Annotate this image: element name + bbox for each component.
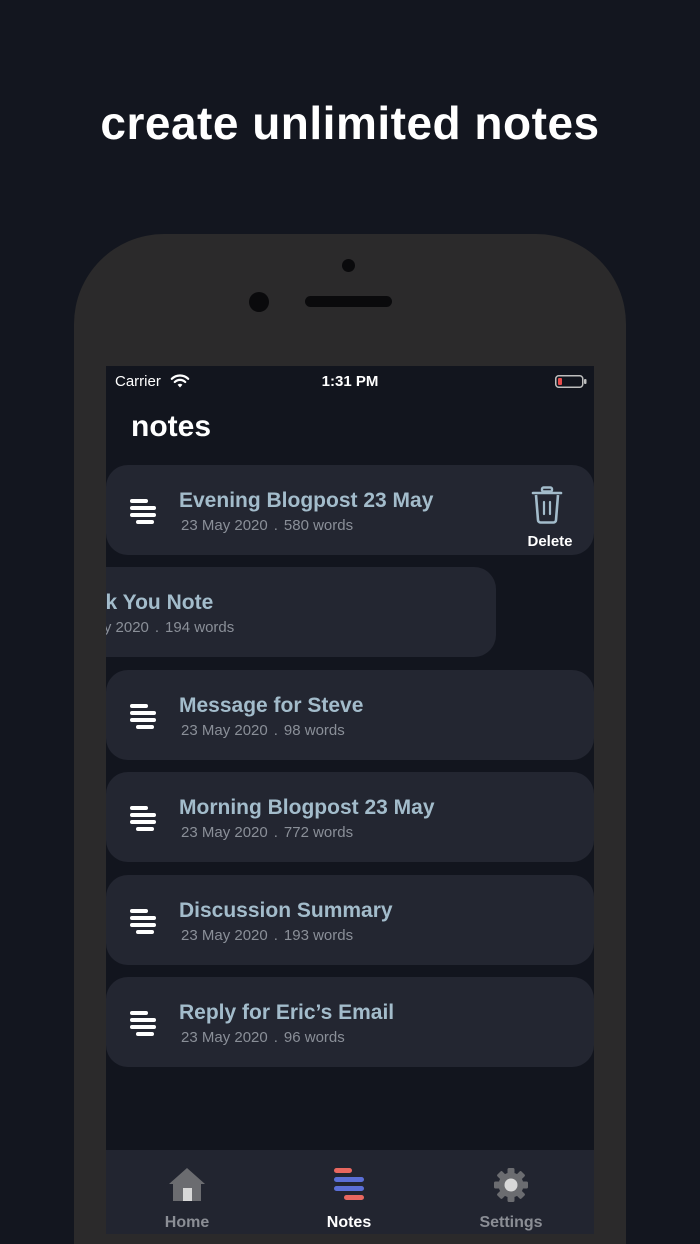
tab-label: Settings <box>479 1214 543 1231</box>
note-meta: May 2020. 194 words <box>106 619 234 636</box>
note-card-swiped[interactable]: ank You Note May 2020. 194 words <box>106 567 496 657</box>
home-icon <box>169 1168 205 1201</box>
battery-icon <box>555 375 587 388</box>
earpiece-speaker <box>305 296 392 307</box>
meta-separator: . <box>273 824 278 841</box>
delete-label: Delete <box>527 533 573 550</box>
tab-bar: Home Notes Settings <box>106 1150 594 1234</box>
meta-separator: . <box>154 619 160 636</box>
meta-separator: . <box>273 1029 278 1046</box>
note-word-count: 193 words <box>283 927 354 944</box>
note-date: May 2020 <box>106 619 149 636</box>
note-word-count: 580 words <box>283 517 354 534</box>
phone-frame: Carrier 1:31 PM notes Evening Blogpost 2… <box>74 234 626 1244</box>
note-date: 23 May 2020 <box>181 927 268 944</box>
note-lines-icon <box>130 499 156 524</box>
note-lines-icon <box>130 806 156 831</box>
meta-separator: . <box>273 722 278 739</box>
delete-button[interactable]: Delete <box>511 486 581 572</box>
note-date: 23 May 2020 <box>181 722 268 739</box>
note-title: Message for Steve <box>179 694 364 717</box>
tab-home[interactable]: Home <box>106 1150 268 1234</box>
note-date: 23 May 2020 <box>181 824 268 841</box>
note-card[interactable]: Reply for Eric’s Email 23 May 2020. 96 wo… <box>106 977 594 1067</box>
note-lines-icon <box>130 1011 156 1036</box>
headline: create unlimited notes <box>100 97 600 149</box>
note-title: Discussion Summary <box>179 899 393 922</box>
page-title: notes <box>131 410 212 443</box>
note-title: ank You Note <box>106 591 214 614</box>
note-meta: 23 May 2020. 98 words <box>181 722 345 739</box>
status-time: 1:31 PM <box>321 373 379 390</box>
note-meta: 23 May 2020. 193 words <box>181 927 353 944</box>
note-title: Evening Blogpost 23 May <box>179 489 434 512</box>
tab-notes[interactable]: Notes <box>268 1150 430 1234</box>
note-meta: 23 May 2020. 96 words <box>181 1029 345 1046</box>
note-card[interactable]: Discussion Summary 23 May 2020. 193 words <box>106 875 594 965</box>
note-card[interactable]: Message for Steve 23 May 2020. 98 words <box>106 670 594 760</box>
note-lines-icon <box>130 909 156 934</box>
meta-separator: . <box>273 927 278 944</box>
note-date: 23 May 2020 <box>181 517 268 534</box>
status-bar: Carrier 1:31 PM <box>106 366 594 396</box>
front-camera <box>342 259 355 272</box>
note-title: Morning Blogpost 23 May <box>179 796 435 819</box>
note-meta: 23 May 2020. 772 words <box>181 824 353 841</box>
note-word-count: 194 words <box>165 619 235 636</box>
note-meta: 23 May 2020. 580 words <box>181 517 353 534</box>
tab-label: Notes <box>326 1214 372 1231</box>
note-lines-icon <box>130 704 156 729</box>
phone-screen: Carrier 1:31 PM notes Evening Blogpost 2… <box>106 366 594 1234</box>
note-word-count: 772 words <box>283 824 354 841</box>
note-word-count: 96 words <box>283 1029 345 1046</box>
note-card[interactable]: Morning Blogpost 23 May 23 May 2020. 772 … <box>106 772 594 862</box>
trash-icon <box>531 486 563 524</box>
notes-icon <box>334 1168 364 1200</box>
tab-label: Home <box>164 1214 210 1231</box>
proximity-sensor <box>249 292 269 312</box>
note-title: Reply for Eric’s Email <box>179 1001 395 1024</box>
note-word-count: 98 words <box>283 722 345 739</box>
meta-separator: . <box>273 517 278 534</box>
note-date: 23 May 2020 <box>181 1029 268 1046</box>
gear-icon <box>494 1168 528 1202</box>
tab-settings[interactable]: Settings <box>430 1150 592 1234</box>
